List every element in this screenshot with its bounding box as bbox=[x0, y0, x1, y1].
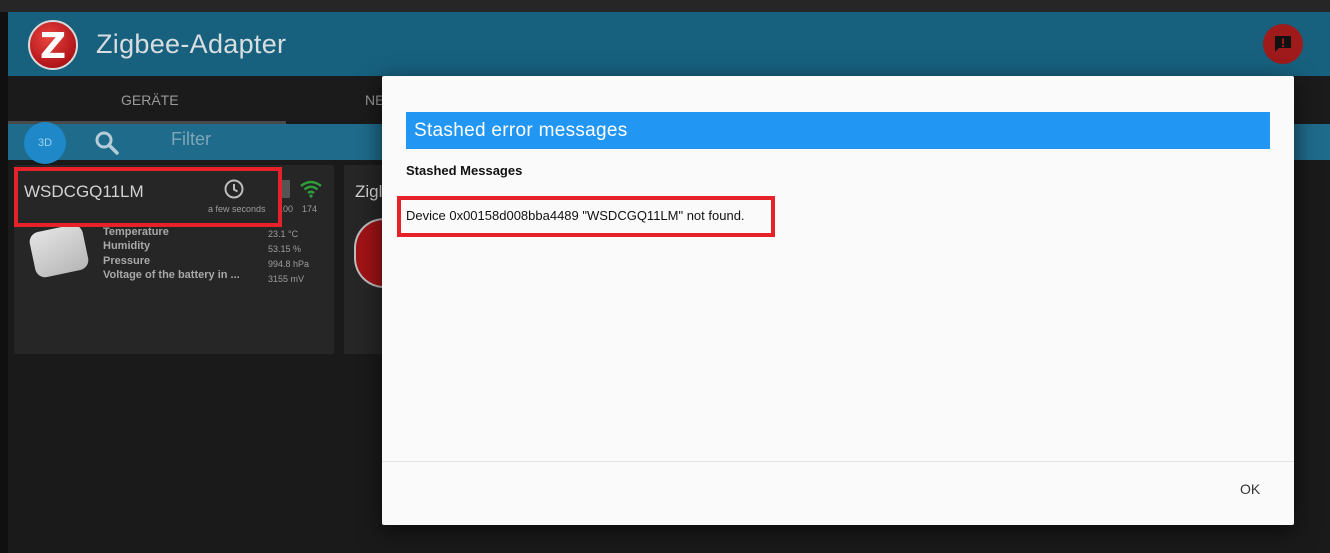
3d-view-button[interactable]: 3D bbox=[24, 122, 66, 164]
logo-letter: Z bbox=[39, 26, 67, 67]
stashed-errors-button[interactable] bbox=[1263, 24, 1303, 64]
top-strip bbox=[0, 0, 1330, 12]
device-name: Zigl bbox=[355, 182, 383, 201]
ok-button[interactable]: OK bbox=[1240, 481, 1260, 497]
search-icon[interactable] bbox=[94, 130, 120, 156]
property-value: 23.1 °C bbox=[268, 229, 299, 239]
property-label: Temperature bbox=[103, 226, 169, 238]
tab-devices[interactable]: GERÄTE bbox=[121, 92, 179, 108]
wifi-signal-icon bbox=[300, 180, 322, 198]
link-quality-value: 174 bbox=[302, 204, 318, 214]
stashed-errors-dialog: Stashed error messages Stashed Messages … bbox=[382, 76, 1294, 525]
filter-input[interactable]: Filter bbox=[171, 129, 211, 150]
dialog-divider bbox=[382, 461, 1294, 462]
dialog-subtitle: Stashed Messages bbox=[406, 163, 523, 178]
dialog-title: Stashed error messages bbox=[406, 112, 1270, 149]
property-value: 994.8 hPa bbox=[268, 259, 310, 269]
property-value: 53.15 % bbox=[268, 244, 302, 254]
zigbee-logo: Z bbox=[28, 20, 78, 70]
alert-comment-icon bbox=[1275, 36, 1291, 52]
property-label: Voltage of the battery in ... bbox=[103, 269, 240, 281]
highlight-box bbox=[397, 196, 775, 237]
property-value: 3155 mV bbox=[268, 274, 305, 284]
property-label: Pressure bbox=[103, 255, 151, 267]
highlight-box bbox=[14, 167, 282, 227]
property-label: Humidity bbox=[103, 240, 151, 252]
app-title: Zigbee-Adapter bbox=[96, 29, 287, 59]
